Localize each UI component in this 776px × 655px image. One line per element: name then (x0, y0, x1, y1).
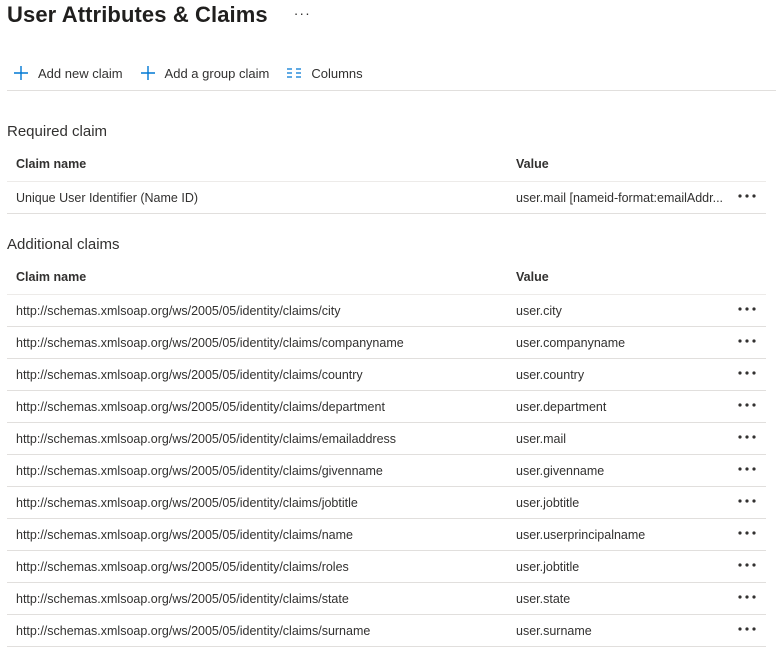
claim-value-cell: user.mail (516, 432, 567, 446)
claim-name-column-header[interactable]: Claim name (16, 157, 86, 171)
columns-label: Columns (311, 65, 363, 81)
claim-value-cell: user.companyname (516, 336, 626, 350)
claim-name-cell: http://schemas.xmlsoap.org/ws/2005/05/id… (16, 592, 349, 606)
toolbar: Add new claim Add a group claim Columns (12, 60, 379, 86)
toolbar-divider (7, 90, 776, 91)
more-options-icon[interactable] (736, 523, 758, 543)
claim-name-cell: http://schemas.xmlsoap.org/ws/2005/05/id… (16, 496, 358, 510)
table-row[interactable]: http://schemas.xmlsoap.org/ws/2005/05/id… (7, 583, 766, 615)
more-options-icon[interactable] (736, 427, 758, 447)
more-options-icon[interactable] (736, 587, 758, 607)
title-row: User Attributes & Claims ··· (7, 0, 311, 30)
more-options-icon[interactable] (736, 363, 758, 383)
claim-name-cell: http://schemas.xmlsoap.org/ws/2005/05/id… (16, 624, 371, 638)
table-row[interactable]: http://schemas.xmlsoap.org/ws/2005/05/id… (7, 423, 766, 455)
more-options-icon[interactable] (736, 555, 758, 575)
claim-name-cell: http://schemas.xmlsoap.org/ws/2005/05/id… (16, 432, 397, 446)
more-options-icon[interactable] (736, 619, 758, 639)
table-row[interactable]: http://schemas.xmlsoap.org/ws/2005/05/id… (7, 295, 766, 327)
claim-name-cell: Unique User Identifier (Name ID) (16, 191, 199, 205)
claim-name-cell: http://schemas.xmlsoap.org/ws/2005/05/id… (16, 336, 404, 350)
claim-name-cell: http://schemas.xmlsoap.org/ws/2005/05/id… (16, 528, 353, 542)
add-new-claim-label: Add new claim (38, 65, 123, 81)
claim-name-cell: http://schemas.xmlsoap.org/ws/2005/05/id… (16, 560, 349, 574)
page: User Attributes & Claims ··· Add new cla… (0, 0, 776, 655)
table-row[interactable]: http://schemas.xmlsoap.org/ws/2005/05/id… (7, 359, 766, 391)
claim-value-cell: user.state (516, 592, 571, 606)
add-group-claim-button[interactable]: Add a group claim (139, 64, 270, 82)
claim-value-cell: user.mail [nameid-format:emailAddr... (516, 191, 724, 205)
claim-value-cell: user.department (516, 400, 607, 414)
table-row[interactable]: http://schemas.xmlsoap.org/ws/2005/05/id… (7, 391, 766, 423)
claim-value-cell: user.givenname (516, 464, 605, 478)
table-header: Claim name Value (7, 149, 766, 182)
claim-name-cell: http://schemas.xmlsoap.org/ws/2005/05/id… (16, 368, 363, 382)
claim-name-column-header[interactable]: Claim name (16, 270, 86, 284)
claim-value-cell: user.userprincipalname (516, 528, 646, 542)
more-options-icon[interactable] (736, 186, 758, 206)
plus-icon (139, 64, 157, 82)
add-new-claim-button[interactable]: Add new claim (12, 64, 123, 82)
more-options-icon[interactable] (736, 395, 758, 415)
page-more-button[interactable]: ··· (294, 5, 311, 21)
plus-icon (12, 64, 30, 82)
value-column-header[interactable]: Value (516, 270, 549, 284)
add-group-claim-label: Add a group claim (164, 65, 270, 81)
required-claim-heading: Required claim (7, 123, 108, 140)
table-row[interactable]: http://schemas.xmlsoap.org/ws/2005/05/id… (7, 327, 766, 359)
claim-value-cell: user.surname (516, 624, 592, 638)
additional-claims-table: Claim name Value http://schemas.xmlsoap.… (7, 262, 766, 647)
table-row[interactable]: http://schemas.xmlsoap.org/ws/2005/05/id… (7, 551, 766, 583)
claim-value-cell: user.jobtitle (516, 560, 580, 574)
additional-claims-heading: Additional claims (7, 236, 120, 253)
columns-button[interactable]: Columns (285, 64, 363, 82)
table-row[interactable]: http://schemas.xmlsoap.org/ws/2005/05/id… (7, 487, 766, 519)
more-options-icon[interactable] (736, 491, 758, 511)
table-row[interactable]: http://schemas.xmlsoap.org/ws/2005/05/id… (7, 519, 766, 551)
claim-value-cell: user.jobtitle (516, 496, 580, 510)
claim-value-cell: user.country (516, 368, 585, 382)
claim-name-cell: http://schemas.xmlsoap.org/ws/2005/05/id… (16, 304, 341, 318)
claim-value-cell: user.city (516, 304, 562, 318)
more-options-icon[interactable] (736, 299, 758, 319)
table-header: Claim name Value (7, 262, 766, 295)
table-row[interactable]: Unique User Identifier (Name ID) user.mai… (7, 182, 766, 214)
columns-icon (285, 64, 303, 82)
claim-name-cell: http://schemas.xmlsoap.org/ws/2005/05/id… (16, 400, 385, 414)
page-title: User Attributes & Claims (7, 2, 268, 27)
table-row[interactable]: http://schemas.xmlsoap.org/ws/2005/05/id… (7, 455, 766, 487)
required-claims-table: Claim name Value Unique User Identifier … (7, 149, 766, 214)
table-row[interactable]: http://schemas.xmlsoap.org/ws/2005/05/id… (7, 615, 766, 647)
claim-name-cell: http://schemas.xmlsoap.org/ws/2005/05/id… (16, 464, 383, 478)
more-options-icon[interactable] (736, 331, 758, 351)
value-column-header[interactable]: Value (516, 157, 549, 171)
more-options-icon[interactable] (736, 459, 758, 479)
